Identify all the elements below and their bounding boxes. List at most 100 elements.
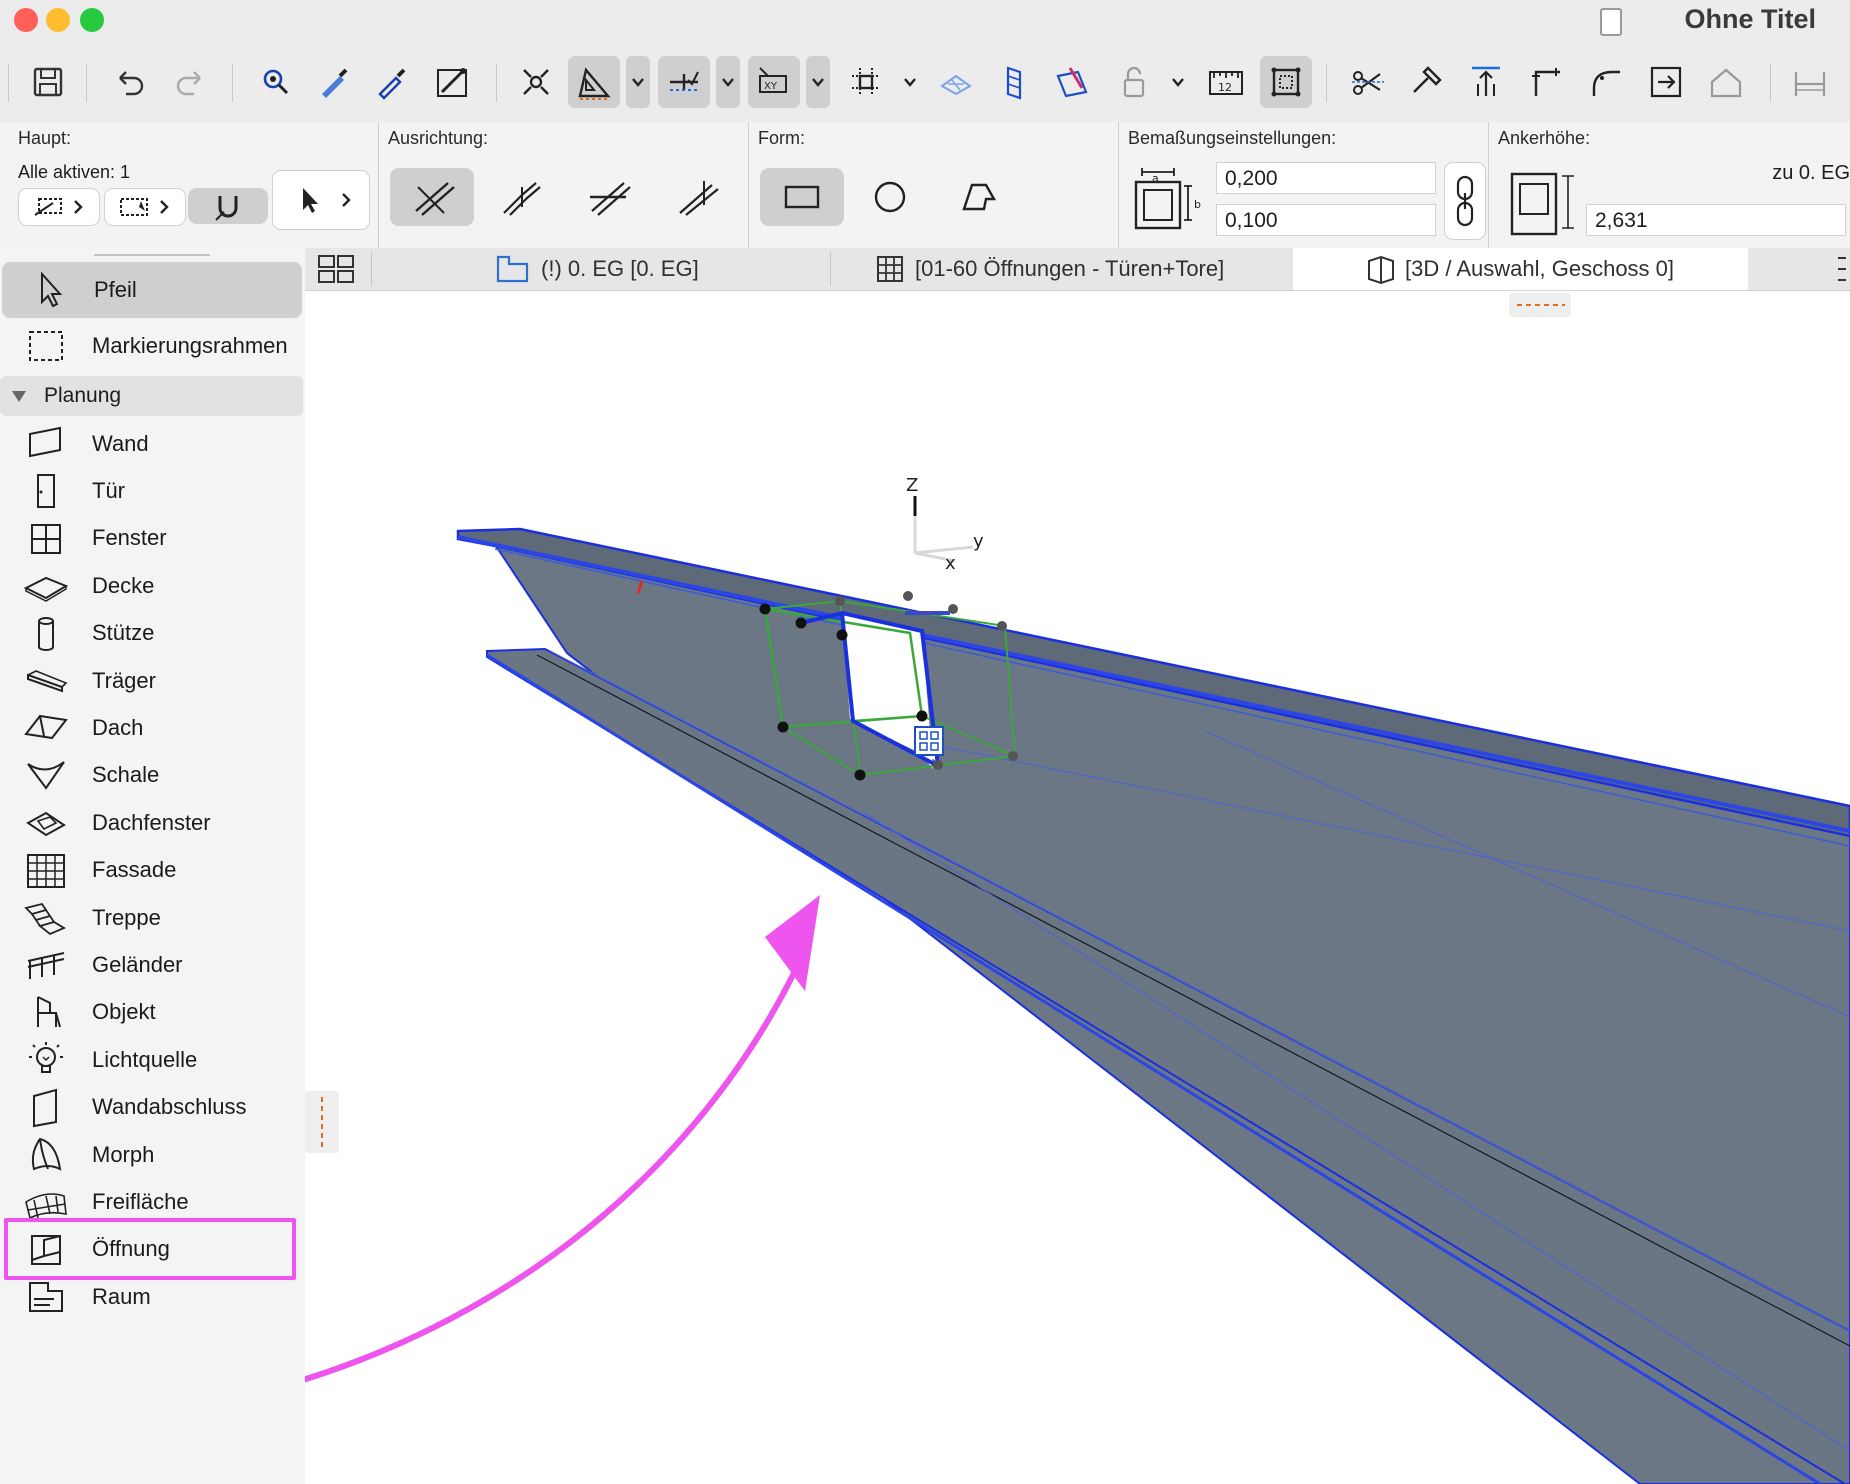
fit-in-window-icon[interactable] xyxy=(1260,56,1312,108)
snap-guides-dropdown[interactable] xyxy=(716,56,740,108)
trace-icon[interactable] xyxy=(930,56,982,108)
3d-model-canvas[interactable]: Z y x xyxy=(305,291,1850,1484)
sidebar-item-label: Fenster xyxy=(92,525,167,551)
sidebar-item-lichtquelle[interactable]: Lichtquelle xyxy=(0,1036,305,1083)
tab-overview-icon[interactable] xyxy=(317,254,357,284)
guide-lines-icon[interactable] xyxy=(568,56,620,108)
stair-icon xyxy=(22,896,70,940)
sidebar-item-träger[interactable]: Träger xyxy=(0,657,305,704)
suspend-groups-icon[interactable] xyxy=(510,56,562,108)
sidebar-item-morph[interactable]: Morph xyxy=(0,1131,305,1178)
sidebar-item-fenster[interactable]: Fenster xyxy=(0,515,305,562)
sidebar-item-decke[interactable]: Decke xyxy=(0,562,305,609)
door-icon xyxy=(22,469,70,513)
lock-icon[interactable] xyxy=(1108,56,1160,108)
orientation-option-1[interactable] xyxy=(390,168,474,226)
sidebar-item-dach[interactable]: Dach xyxy=(0,704,305,751)
rectangle-shape-button[interactable] xyxy=(760,168,844,226)
annotation-highlight-box xyxy=(4,1217,296,1280)
inject-parameters-icon[interactable] xyxy=(366,56,418,108)
3d-viewport[interactable]: Z y x xyxy=(305,291,1850,1484)
ausrichtung-label: Ausrichtung: xyxy=(388,128,489,148)
sidebar-item-treppe[interactable]: Treppe xyxy=(0,894,305,941)
renovation-icon[interactable] xyxy=(1046,56,1098,108)
tab-overflow-icon[interactable] xyxy=(1836,254,1846,284)
pick-up-parameters-icon[interactable] xyxy=(308,56,360,108)
circle-shape-button[interactable] xyxy=(848,168,932,226)
orientation-option-2[interactable] xyxy=(478,168,562,226)
tab-schedule[interactable]: [01-60 Öffnungen - Türen+Tore] xyxy=(875,248,1224,290)
sidebar-item-wand[interactable]: Wand xyxy=(0,420,305,467)
adjust-icon[interactable] xyxy=(1400,56,1452,108)
coordinates-xy-icon[interactable]: XY xyxy=(748,56,800,108)
zoom-window-button[interactable] xyxy=(80,8,104,32)
measure-icon[interactable]: 12 xyxy=(1200,56,1252,108)
sidebar-item-raum[interactable]: Raum xyxy=(0,1273,305,1320)
dimension-b-field[interactable]: 0,100 xyxy=(1216,204,1436,236)
sidebar-item-schale[interactable]: Schale xyxy=(0,752,305,799)
layer-selector-button[interactable] xyxy=(18,188,100,226)
category-label: Planung xyxy=(44,384,122,407)
lock-dropdown[interactable] xyxy=(1166,56,1190,108)
railing-icon xyxy=(22,943,70,987)
sidebar-item-label: Fassade xyxy=(92,857,177,883)
sidebar-item-tür[interactable]: Tür xyxy=(0,467,305,514)
split-icon[interactable] xyxy=(1342,56,1394,108)
polygon-shape-button[interactable] xyxy=(936,168,1020,226)
bemassung-label: Bemaßungseinstellungen: xyxy=(1128,128,1337,148)
redo-icon[interactable] xyxy=(164,56,216,108)
sidebar-item-stütze[interactable]: Stütze xyxy=(0,610,305,657)
toolbox-sidebar: Pfeil Markierungsrahmen Planung Wand Tür F… xyxy=(0,248,306,1484)
dimension-icon[interactable] xyxy=(1784,56,1836,108)
sidebar-item-label: Tür xyxy=(92,477,125,503)
sidebar-item-label: Dachfenster xyxy=(92,809,211,835)
category-planung[interactable]: Planung xyxy=(0,376,303,416)
view-tab-bar: (!) 0. EG [0. EG] [01-60 Öffnungen - Tür… xyxy=(305,248,1850,291)
sidebar-drag-handle[interactable] xyxy=(94,254,210,256)
find-select-icon[interactable] xyxy=(250,56,302,108)
sidebar-item-dachfenster[interactable]: Dachfenster xyxy=(0,799,305,846)
sidebar-item-label: Decke xyxy=(92,572,155,598)
sidebar-item-label: Wandabschluss xyxy=(92,1094,247,1120)
sidebar-item-label: Lichtquelle xyxy=(92,1046,198,1072)
save-icon[interactable] xyxy=(22,56,74,108)
fillet-icon[interactable] xyxy=(1520,56,1572,108)
standard-toolbar: XY 12 xyxy=(0,46,1850,123)
tab-floor-plan[interactable]: (!) 0. EG [0. EG] xyxy=(495,248,699,290)
coordinates-dropdown[interactable] xyxy=(806,56,830,108)
sidebar-item-objekt[interactable]: Objekt xyxy=(0,989,305,1036)
orientation-option-3[interactable] xyxy=(566,168,650,226)
marquee-selector-button[interactable] xyxy=(104,188,186,226)
tool-pfeil[interactable]: Pfeil xyxy=(2,262,302,318)
grid-snap-dropdown[interactable] xyxy=(898,56,922,108)
roof-icon[interactable] xyxy=(1700,56,1752,108)
offset-icon[interactable] xyxy=(1640,56,1692,108)
grid-snap-icon[interactable] xyxy=(840,56,892,108)
close-window-button[interactable] xyxy=(14,8,38,32)
info-box: Haupt: Alle aktiven: 1 Ausrichtung: Form… xyxy=(0,122,1850,249)
undo-icon[interactable] xyxy=(104,56,156,108)
chain-link-icon[interactable] xyxy=(1444,162,1486,240)
sidebar-item-fassade[interactable]: Fassade xyxy=(0,847,305,894)
magic-wand-icon[interactable] xyxy=(426,56,478,108)
orientation-option-4[interactable] xyxy=(654,168,738,226)
tool-markierungsrahmen[interactable]: Markierungsrahmen xyxy=(0,318,305,374)
sidebar-item-geländer[interactable]: Geländer xyxy=(0,941,305,988)
minimize-window-button[interactable] xyxy=(46,8,70,32)
layer-icon[interactable] xyxy=(988,56,1040,108)
window-icon xyxy=(22,517,70,561)
wall-end-icon xyxy=(22,1086,70,1130)
edit-handle-icon xyxy=(914,726,944,756)
snap-guides-icon[interactable] xyxy=(658,56,710,108)
anchor-height-field[interactable]: 2,631 xyxy=(1586,204,1846,236)
guide-lines-dropdown[interactable] xyxy=(626,56,650,108)
tab-3d[interactable]: [3D / Auswahl, Geschoss 0] xyxy=(1293,248,1748,290)
curve-icon[interactable] xyxy=(1580,56,1632,108)
elevate-icon[interactable] xyxy=(1460,56,1512,108)
dimension-a-field[interactable]: 0,200 xyxy=(1216,162,1436,194)
beam-icon xyxy=(22,659,70,703)
arrow-tool-selector[interactable] xyxy=(272,170,370,230)
magnet-icon[interactable] xyxy=(188,188,268,224)
sidebar-item-wandabschluss[interactable]: Wandabschluss xyxy=(0,1084,305,1131)
arrow-icon xyxy=(24,268,72,312)
